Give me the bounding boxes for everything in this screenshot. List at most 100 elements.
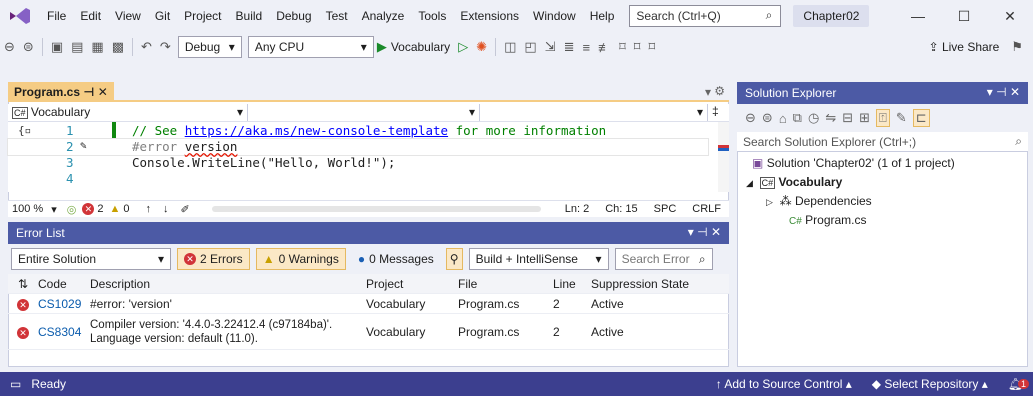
run-target-button[interactable]: Vocabulary (391, 40, 450, 54)
menu-extensions[interactable]: Extensions (453, 0, 526, 32)
save-all-icon[interactable]: ▩ (112, 39, 124, 55)
menu-edit[interactable]: Edit (73, 0, 108, 32)
notifications-button[interactable]: 🔔︎ 1 (998, 377, 1033, 391)
forward-icon[interactable]: ⊜ (23, 39, 34, 55)
track-active-icon[interactable]: ⊏ (912, 109, 930, 127)
tab-program-cs[interactable]: Program.cs ⊣ ✕ (8, 82, 114, 102)
error-count[interactable]: 2 (94, 203, 109, 215)
panel-controls-icon[interactable]: ▾ ⊣ ✕ (688, 225, 721, 239)
editor-vertical-scrollbar[interactable] (718, 122, 729, 192)
split-view-icon[interactable]: ‡ (708, 104, 723, 121)
error-search-input[interactable]: Search Error ⌕ (614, 248, 713, 270)
start-without-debugging-icon[interactable]: ▷ (458, 39, 468, 55)
member-nav-select[interactable]: ▾ (480, 104, 708, 121)
panel-controls-icon[interactable]: ▾ ⊣ ✕ (987, 85, 1020, 99)
code-text-area[interactable]: {▫ 1 // See https://aka.ms/new-console-t… (7, 122, 718, 192)
menu-test[interactable]: Test (319, 0, 355, 32)
header-code[interactable]: Code (38, 277, 86, 291)
pin-icon[interactable]: ⊣ (83, 85, 94, 99)
whitespace-indicator[interactable]: SPC (646, 203, 685, 215)
error-code-link[interactable]: CS1029 (38, 297, 86, 311)
layout-icon[interactable]: ◰ (524, 39, 536, 55)
header-line[interactable]: Line (549, 277, 587, 291)
show-all-files-icon[interactable]: ⊞ (859, 110, 870, 126)
zoom-level[interactable]: 100 % (8, 203, 47, 215)
platform-select[interactable]: Any CPU ▾ (247, 36, 374, 58)
table-row[interactable]: ✕ CS8304 Compiler version: '4.4.0-3.2241… (8, 314, 729, 350)
scope-select[interactable]: Entire Solution ▾ (11, 248, 171, 270)
browser-link-icon[interactable]: ◫ (504, 39, 516, 55)
tree-project-node[interactable]: ◢ C# Vocabulary (746, 175, 842, 189)
menu-analyze[interactable]: Analyze (355, 0, 412, 32)
tab-dropdown-icon[interactable]: ▾ (705, 85, 711, 99)
menu-git[interactable]: Git (148, 0, 177, 32)
home-icon[interactable]: ⌂ (779, 111, 787, 126)
project-nav-select[interactable]: C# Vocabulary ▾ (8, 104, 248, 121)
error-code-link[interactable]: CS8304 (38, 325, 86, 339)
global-search-input[interactable]: Search (Ctrl+Q) ⌕ (629, 5, 782, 27)
properties-icon[interactable]: ✎ (896, 110, 907, 126)
horizontal-scrollbar[interactable] (211, 206, 541, 212)
back-icon[interactable]: ⊖ (4, 39, 15, 55)
warnings-filter-button[interactable]: ▲ 0 Warnings (255, 248, 346, 270)
line-ending-indicator[interactable]: CRLF (684, 203, 729, 215)
live-share-button[interactable]: ⇪ Live Share (929, 40, 1000, 54)
expand-arrow-icon[interactable]: ▷ (766, 197, 773, 207)
close-icon[interactable]: ✕ (987, 8, 1033, 25)
comment-link[interactable]: https://aka.ms/new-console-template (185, 123, 448, 138)
configuration-select[interactable]: Debug ▾ (177, 36, 242, 58)
menu-build[interactable]: Build (229, 0, 270, 32)
filter-toggle-button[interactable]: ⚲ (445, 248, 463, 270)
tree-solution-node[interactable]: ▣ Solution 'Chapter02' (1 of 1 project) (752, 156, 955, 170)
header-suppression[interactable]: Suppression State (587, 277, 717, 291)
uncomment-icon[interactable]: ≢ (598, 40, 611, 55)
sync-icon[interactable]: ⇋ (825, 110, 836, 126)
bookmark-icon[interactable]: ⌑ (619, 39, 626, 55)
hot-reload-icon[interactable]: ✺ (476, 39, 487, 55)
step-icon[interactable]: ⇲ (545, 39, 556, 55)
minimize-icon[interactable]: — (895, 8, 941, 24)
menu-help[interactable]: Help (583, 0, 622, 32)
undo-icon[interactable]: ↶ (141, 39, 152, 55)
table-row[interactable]: ✕ CS1029 #error: 'version' Vocabulary Pr… (8, 294, 729, 314)
column-indicator[interactable]: Ch: 15 (597, 203, 645, 215)
format-icon[interactable]: ≣ (564, 39, 575, 55)
menu-debug[interactable]: Debug (269, 0, 318, 32)
warning-count[interactable]: 0 (120, 203, 139, 215)
feedback-icon[interactable]: ⚑ (1011, 39, 1023, 55)
settings-gear-icon[interactable]: ⚙ (714, 84, 725, 98)
sort-icon[interactable]: ⇅ (8, 277, 38, 291)
start-debugging-icon[interactable]: ▶ (377, 39, 387, 55)
new-project-icon[interactable]: ▣ (51, 39, 63, 55)
source-control-button[interactable]: ↑ Add to Source Control ▴ (706, 377, 862, 391)
prev-issue-icon[interactable]: ↑ (139, 203, 157, 215)
save-icon[interactable]: ▦ (91, 39, 103, 55)
maximize-icon[interactable]: ☐ (941, 8, 987, 25)
code-cleanup-icon[interactable]: ✐ (174, 203, 195, 216)
pending-changes-icon[interactable]: ◷ (808, 110, 819, 126)
menu-tools[interactable]: Tools (411, 0, 453, 32)
tree-dependencies-node[interactable]: ▷ ⁂ Dependencies (766, 194, 872, 208)
close-tab-icon[interactable]: ✕ (98, 85, 108, 99)
solution-explorer-search-input[interactable]: Search Solution Explorer (Ctrl+;) ⌕ (737, 132, 1028, 152)
bookmark-next-icon[interactable]: ⌑ (648, 39, 655, 55)
zoom-dropdown-icon[interactable]: ▾ (47, 203, 61, 216)
header-project[interactable]: Project (362, 277, 454, 291)
errors-filter-button[interactable]: ✕ 2 Errors (177, 248, 250, 270)
redo-icon[interactable]: ↷ (160, 39, 171, 55)
open-folder-icon[interactable]: ▤ (71, 39, 83, 55)
menu-project[interactable]: Project (177, 0, 228, 32)
switch-views-icon[interactable]: ⧉ (793, 110, 802, 126)
type-nav-select[interactable]: ▾ (248, 104, 480, 121)
health-icon[interactable]: ◎ (61, 203, 83, 216)
back-icon[interactable]: ⊖ (745, 110, 756, 126)
quick-action-icon[interactable]: ✎ (80, 139, 87, 152)
header-description[interactable]: Description (86, 277, 362, 291)
collapse-all-icon[interactable]: ⊟ (842, 110, 853, 126)
source-select[interactable]: Build + IntelliSense ▾ (468, 248, 609, 270)
header-file[interactable]: File (454, 277, 549, 291)
menu-window[interactable]: Window (526, 0, 583, 32)
collapse-arrow-icon[interactable]: ◢ (746, 178, 753, 188)
forward-icon[interactable]: ⊜ (762, 110, 773, 126)
tree-file-node[interactable]: C# Program.cs (789, 213, 867, 227)
